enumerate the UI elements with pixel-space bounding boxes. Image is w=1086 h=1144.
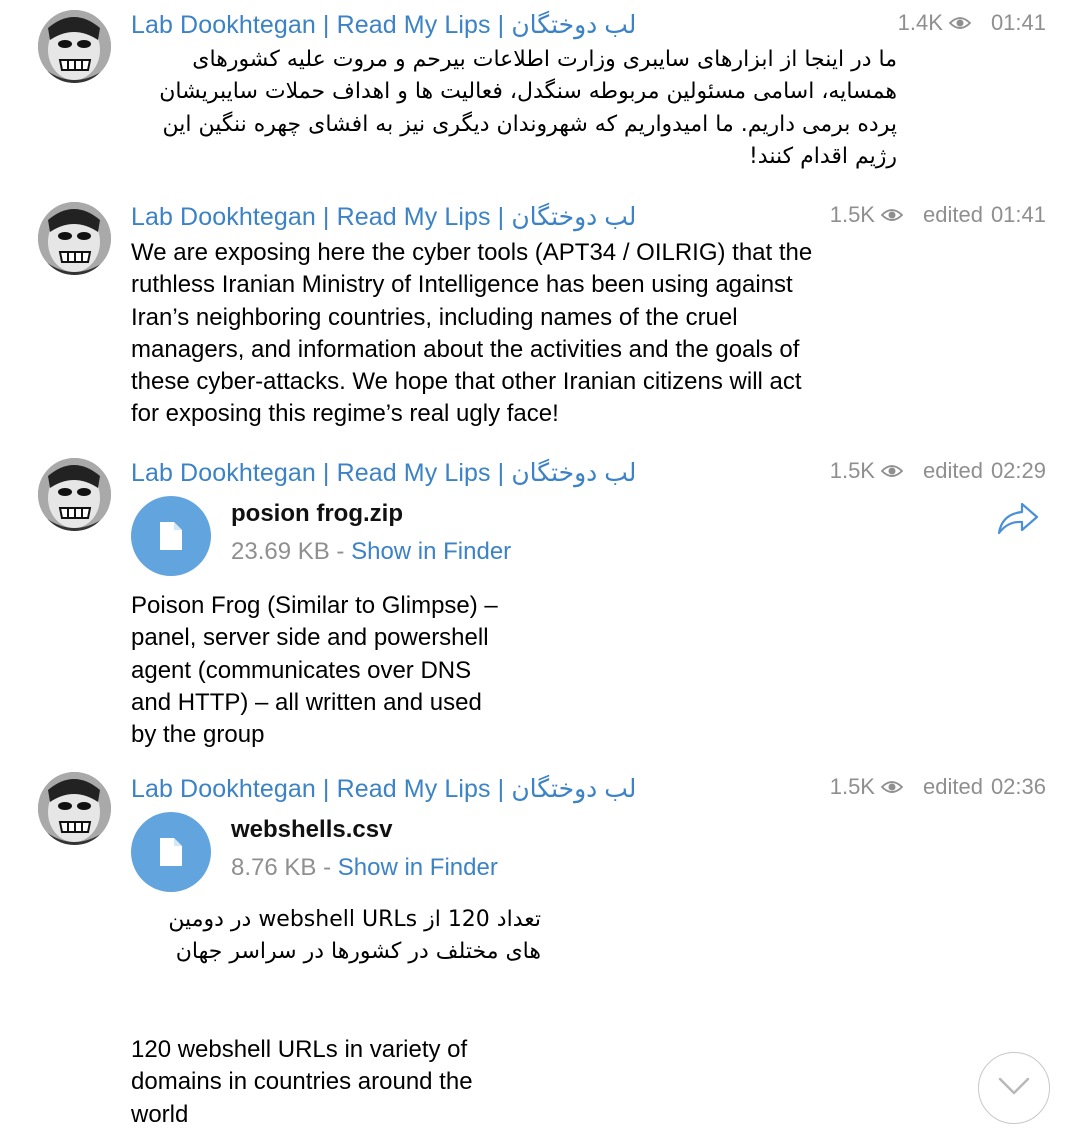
file-size: 8.76 KB: [231, 854, 317, 881]
document-icon[interactable]: [131, 812, 211, 892]
separator: -: [323, 854, 332, 881]
view-count: 1.4K: [897, 10, 943, 35]
message-text-fa: تعداد 120 از webshell URLs در دومین های …: [168, 907, 541, 965]
sender-name[interactable]: Lab Dookhtegan | Read My Lips | لب دوختگ…: [131, 774, 636, 804]
avatar[interactable]: [38, 202, 111, 275]
show-in-finder-link[interactable]: Show in Finder: [351, 538, 511, 565]
message-meta: 1.5K edited 02:29: [830, 458, 1046, 484]
message-text: Poison Frog (Similar to Glimpse) – panel…: [131, 592, 498, 749]
view-count: 1.5K: [829, 202, 875, 227]
edited-label: edited: [922, 458, 983, 483]
view-count: 1.5K: [829, 458, 875, 483]
share-arrow-icon[interactable]: [996, 500, 1040, 536]
separator: -: [336, 538, 345, 565]
message-text: We are exposing here the cyber tools (AP…: [131, 239, 813, 428]
edited-label: edited: [922, 202, 983, 227]
sender-name[interactable]: Lab Dookhtegan | Read My Lips | لب دوختگ…: [131, 458, 636, 488]
file-name[interactable]: posion frog.zip: [231, 500, 403, 528]
eye-icon: [948, 15, 971, 31]
file-size: 23.69 KB: [231, 538, 330, 565]
file-name[interactable]: webshells.csv: [231, 816, 392, 844]
chevron-down-icon: [998, 1077, 1030, 1100]
sender-name[interactable]: Lab Dookhtegan | Read My Lips | لب دوختگ…: [131, 10, 636, 40]
avatar[interactable]: [38, 10, 111, 83]
edited-label: edited: [922, 774, 983, 799]
file-details: 23.69 KB - Show in Finder: [231, 538, 511, 566]
message-time: 02:29: [990, 458, 1046, 483]
message-meta: 1.5K edited 02:36: [830, 774, 1046, 800]
file-details: 8.76 KB - Show in Finder: [231, 854, 498, 882]
message-time: 01:41: [990, 202, 1046, 227]
message-time: 02:36: [990, 774, 1046, 799]
message-time: 01:41: [990, 10, 1046, 35]
document-icon[interactable]: [131, 496, 211, 576]
sender-name[interactable]: Lab Dookhtegan | Read My Lips | لب دوختگ…: [131, 202, 636, 232]
message-text: 120 webshell URLs in variety of domains …: [131, 1036, 473, 1128]
eye-icon: [880, 207, 903, 223]
eye-icon: [880, 463, 903, 479]
avatar[interactable]: [38, 458, 111, 531]
show-in-finder-link[interactable]: Show in Finder: [338, 854, 498, 881]
message-meta: 1.5K edited 01:41: [830, 202, 1046, 228]
message-text-fa: ما در اینجا از ابزارهای سایبری وزارت اطل…: [159, 47, 897, 169]
message-meta: 1.4K 01:41: [898, 10, 1046, 36]
eye-icon: [880, 779, 903, 795]
avatar[interactable]: [38, 772, 111, 845]
scroll-down-button[interactable]: [978, 1052, 1050, 1124]
view-count: 1.5K: [829, 774, 875, 799]
